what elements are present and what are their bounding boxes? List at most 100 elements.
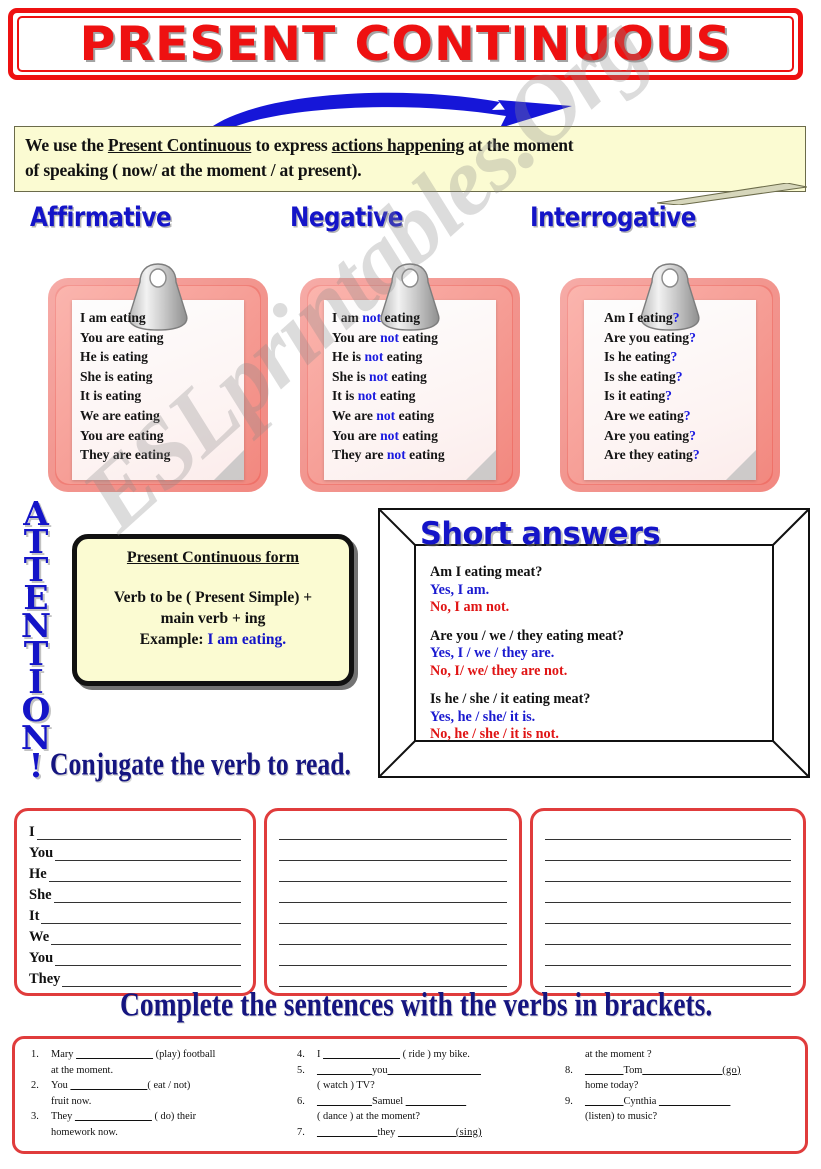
exercise-item[interactable]: 7. ___________they __________ (sing) [291, 1125, 553, 1141]
negative-line: You are not eating [332, 426, 498, 446]
answer-line[interactable] [279, 971, 507, 987]
item-part-a[interactable]: _______ [585, 1096, 623, 1107]
item-text[interactable]: __________Samuel ___________ [317, 1094, 553, 1110]
item-blank[interactable]: ______________ [76, 1049, 153, 1060]
exercise-item[interactable]: 3. They ______________ ( do) their [25, 1109, 287, 1125]
short-answers-content: Am I eating meat? Yes, I am. No, I am no… [430, 564, 770, 755]
item-number: 5. [297, 1064, 305, 1076]
item-text[interactable]: You ______________( eat / not) [51, 1078, 287, 1094]
blank-row[interactable] [279, 861, 507, 882]
conjugation-box-2[interactable] [264, 808, 522, 996]
item-part-a: Mary [51, 1049, 77, 1060]
answer-line[interactable] [53, 887, 241, 903]
exercise-item[interactable]: 1. Mary ______________ (play) football [25, 1047, 287, 1063]
blank-row[interactable] [545, 966, 791, 987]
item-blank[interactable]: ______________ [75, 1111, 152, 1122]
neg-post: eating [383, 349, 423, 365]
item-blank[interactable]: ______________ [323, 1049, 400, 1060]
neg-word: not [376, 407, 396, 423]
item-part-a: They [51, 1111, 75, 1122]
blank-row[interactable] [545, 861, 791, 882]
blank-row[interactable] [279, 840, 507, 861]
item-text[interactable]: __________you_________________ [317, 1063, 553, 1079]
neg-post: eating [398, 427, 438, 443]
item-part-a[interactable]: __________ [317, 1096, 372, 1107]
exercise-item[interactable]: 6. __________Samuel ___________ [291, 1094, 553, 1110]
answer-line[interactable] [545, 971, 791, 987]
blank-row[interactable] [279, 882, 507, 903]
item-part-a[interactable]: __________ [317, 1065, 372, 1076]
item-part-b[interactable]: _________________ [388, 1065, 481, 1076]
answer-line[interactable] [545, 950, 791, 966]
exercise-item[interactable]: 2. You ______________( eat / not) [25, 1078, 287, 1094]
answer-line[interactable] [62, 971, 241, 987]
conjugation-row[interactable]: You [29, 945, 241, 966]
item-blank[interactable]: ______________ [70, 1080, 147, 1091]
answer-line[interactable] [545, 887, 791, 903]
blank-row[interactable] [545, 819, 791, 840]
answer-line[interactable] [279, 845, 507, 861]
short-answers-box: Short answers Am I eating meat? Yes, I a… [378, 508, 810, 778]
blank-row[interactable] [545, 945, 791, 966]
item-text[interactable]: Mary ______________ (play) football [51, 1047, 287, 1063]
conjugation-row[interactable]: He [29, 861, 241, 882]
conjugation-row[interactable]: They [29, 966, 241, 987]
answer-line[interactable] [36, 824, 241, 840]
answer-line[interactable] [545, 929, 791, 945]
item-blank: Cynthia [623, 1095, 659, 1107]
answer-line[interactable] [545, 908, 791, 924]
conjugation-row[interactable]: We [29, 924, 241, 945]
answer-line[interactable] [279, 887, 507, 903]
exercise-item[interactable]: 9. _______Cynthia _____________ [559, 1094, 807, 1110]
item-part-b[interactable]: ___________ [406, 1096, 466, 1107]
blank-row[interactable] [279, 966, 507, 987]
blank-row[interactable] [279, 903, 507, 924]
item-text[interactable]: _______Tom______________ (go) [585, 1063, 807, 1079]
answer-line[interactable] [51, 929, 241, 945]
answer-line[interactable] [48, 866, 241, 882]
blank-row[interactable] [545, 882, 791, 903]
complete-sentences-box[interactable]: 1. Mary ______________ (play) football a… [12, 1036, 808, 1154]
blank-row[interactable] [279, 924, 507, 945]
affirmative-line: You are eating [80, 427, 164, 443]
answer-line[interactable] [279, 929, 507, 945]
answer-line[interactable] [55, 950, 241, 966]
item-number: 1. [31, 1049, 39, 1060]
neg-post: eating [381, 310, 421, 325]
item-part-a[interactable]: ___________ [317, 1127, 377, 1138]
item-text[interactable]: ___________they __________ (sing) [317, 1125, 553, 1141]
answer-line[interactable] [545, 866, 791, 882]
exercise-item[interactable]: 5. __________you_________________ [291, 1063, 553, 1079]
answer-line[interactable] [55, 845, 241, 861]
blank-row[interactable] [279, 819, 507, 840]
blank-row[interactable] [545, 840, 791, 861]
item-part-a[interactable]: _______ [585, 1065, 623, 1076]
conjugation-row[interactable]: She [29, 882, 241, 903]
blank-row[interactable] [279, 945, 507, 966]
answer-line[interactable] [41, 908, 241, 924]
conjugation-row[interactable]: You [29, 840, 241, 861]
item-text[interactable]: _______Cynthia _____________ [585, 1094, 807, 1110]
answer-line[interactable] [279, 866, 507, 882]
exercise-item[interactable]: 4. I ______________ ( ride ) my bike. [291, 1047, 553, 1063]
item-part-b[interactable]: __________ (sing) [398, 1127, 482, 1138]
conjugation-row[interactable]: I [29, 819, 241, 840]
conjugation-box-1[interactable]: I You He She It We You They [14, 808, 256, 996]
exercise-item[interactable]: 8. _______Tom______________ (go) [559, 1063, 807, 1079]
conjugation-row[interactable]: It [29, 903, 241, 924]
item-part-b[interactable]: _____________ [659, 1096, 730, 1107]
blank-row[interactable] [545, 903, 791, 924]
answer-line[interactable] [279, 824, 507, 840]
interrogative-line: Are you eating? [604, 328, 770, 348]
answer-line[interactable] [279, 908, 507, 924]
answer-line[interactable] [545, 824, 791, 840]
item-part-a: You [51, 1080, 71, 1091]
answer-line[interactable] [545, 845, 791, 861]
present-continuous-form-box: Present Continuous form Verb to be ( Pre… [72, 534, 354, 686]
conjugation-box-3[interactable] [530, 808, 806, 996]
item-text[interactable]: They ______________ ( do) their [51, 1109, 287, 1125]
blank-row[interactable] [545, 924, 791, 945]
item-part-b[interactable]: ______________ (go) [642, 1065, 740, 1076]
answer-line[interactable] [279, 950, 507, 966]
item-text[interactable]: I ______________ ( ride ) my bike. [317, 1047, 553, 1063]
